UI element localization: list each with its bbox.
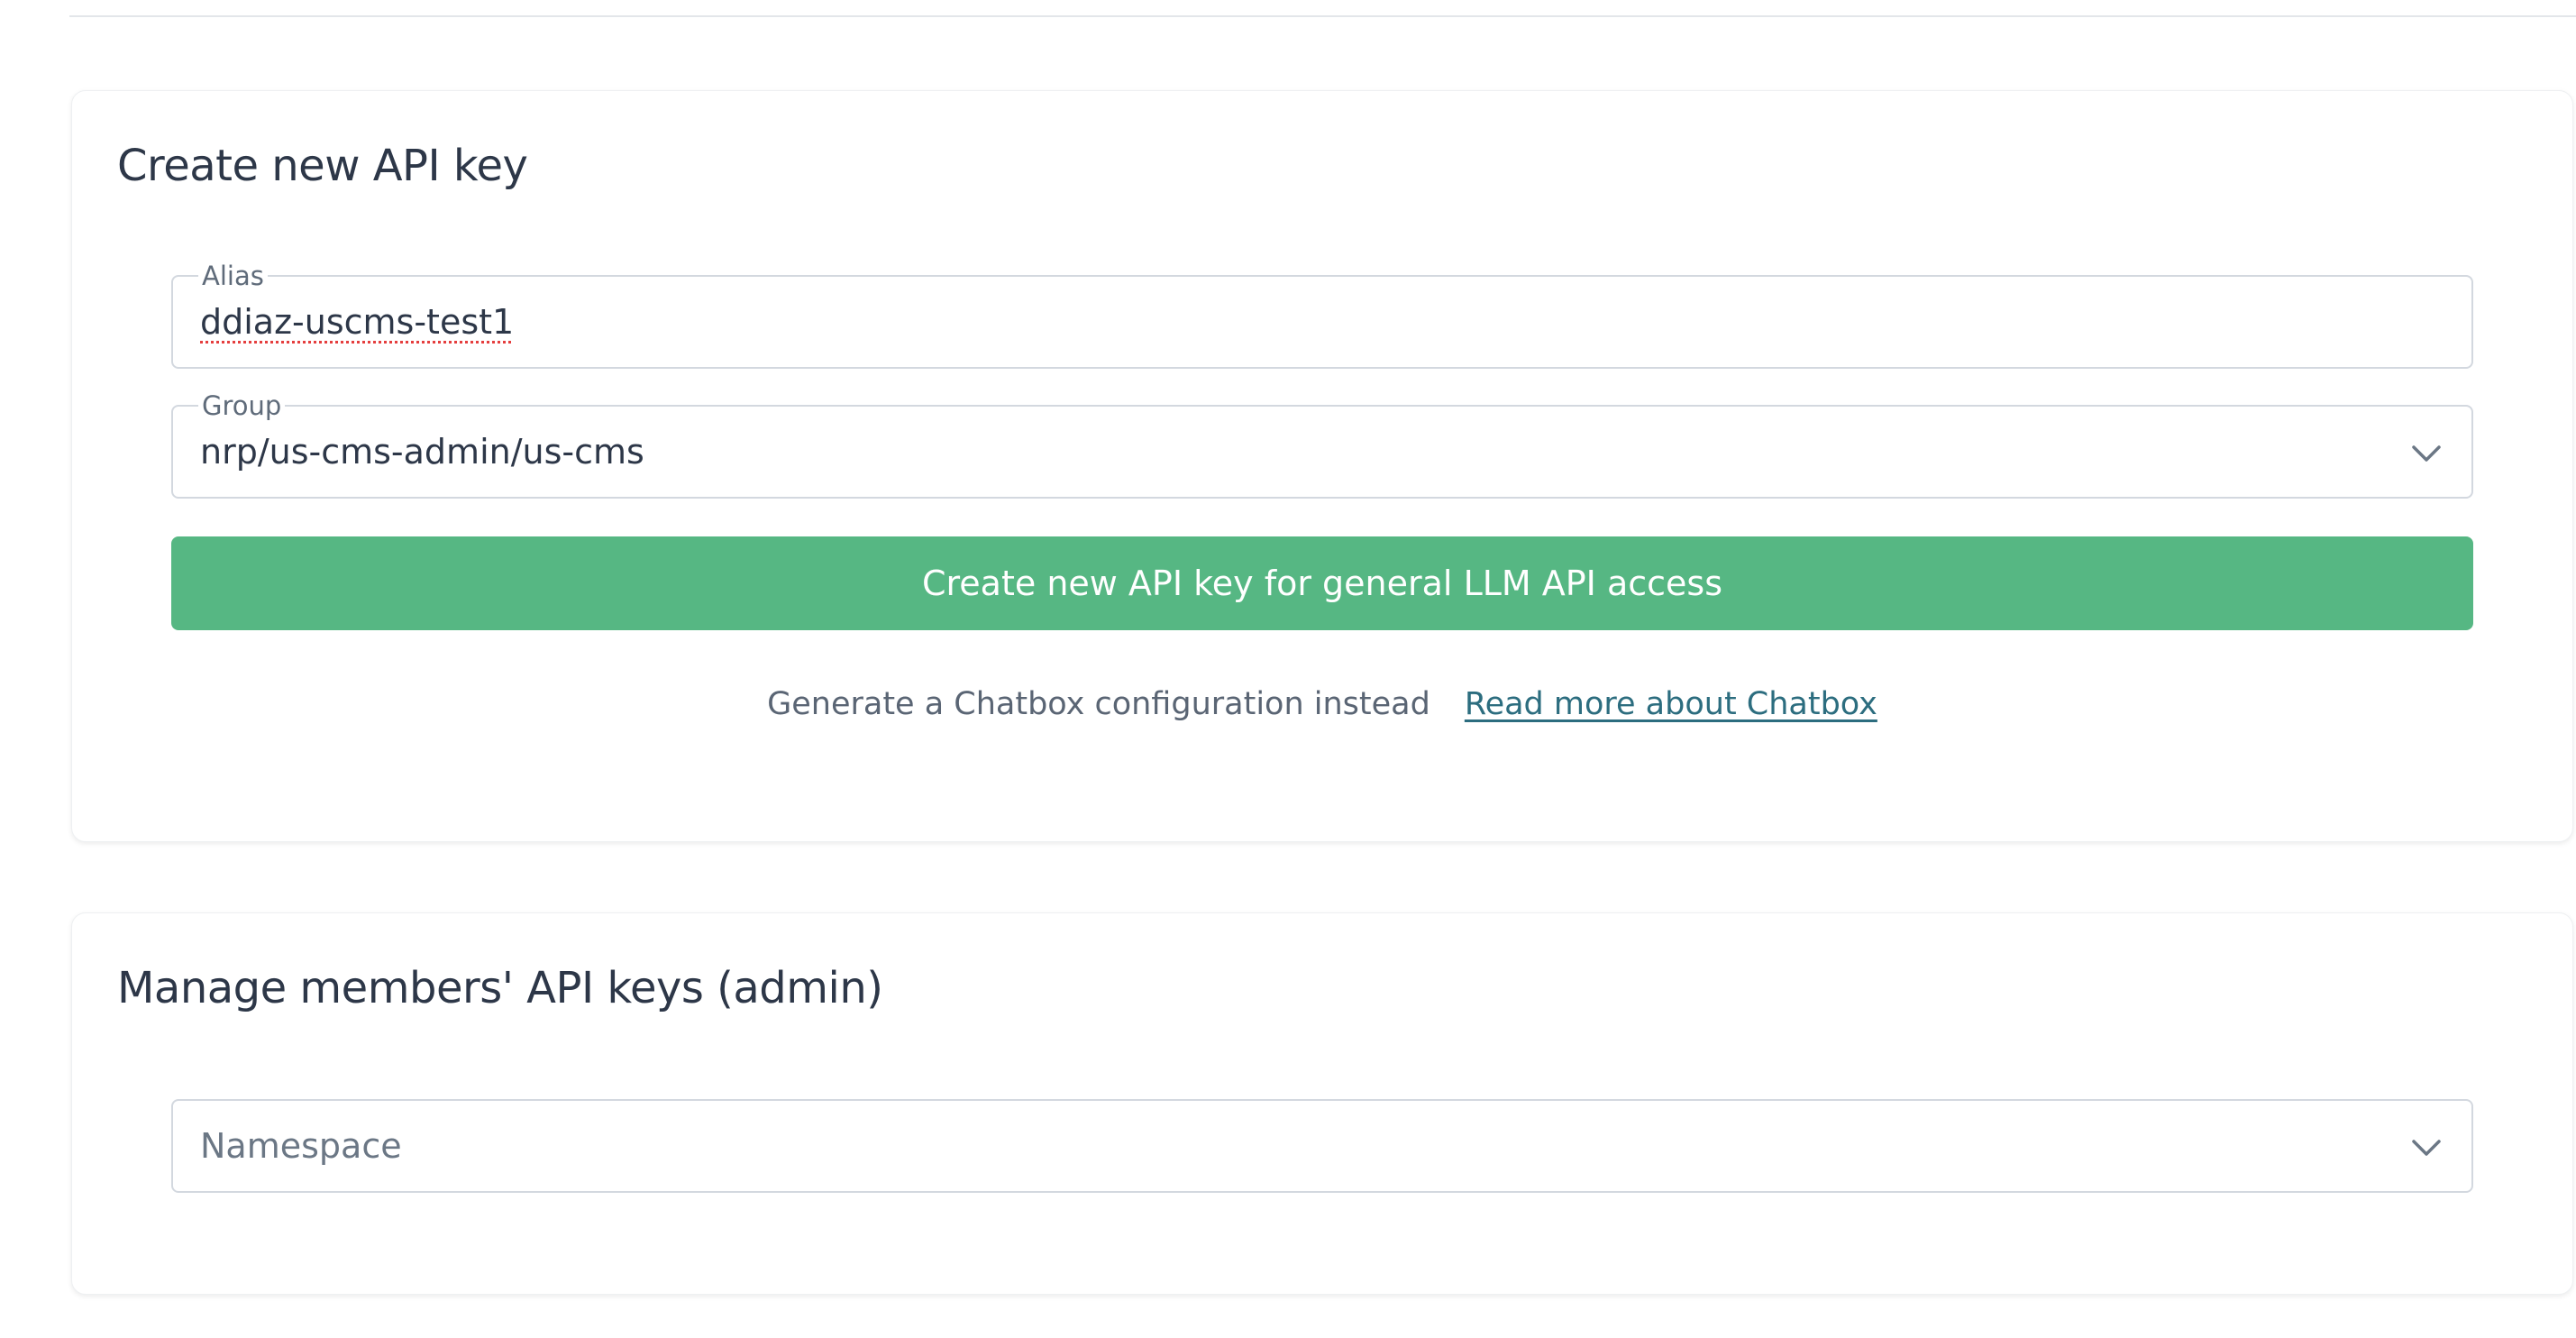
chatbox-links-row: Generate a Chatbox configuration instead… (72, 682, 2572, 727)
alias-value[interactable]: ddiaz-uscms-test1 (200, 277, 514, 367)
alias-field[interactable]: Alias ddiaz-uscms-test1 (171, 261, 2473, 369)
namespace-select[interactable]: Namespace (171, 1099, 2473, 1193)
manage-api-keys-card: Manage members' API keys (admin) Namespa… (71, 912, 2573, 1295)
chevron-down-icon[interactable] (2408, 1130, 2444, 1166)
read-more-chatbox-link[interactable]: Read more about Chatbox (1465, 686, 1877, 722)
generate-chatbox-config-link[interactable]: Generate a Chatbox configuration instead (767, 686, 1430, 722)
create-api-key-button[interactable]: Create new API key for general LLM API a… (171, 536, 2473, 630)
create-api-key-card: Create new API key Alias ddiaz-uscms-tes… (71, 90, 2573, 842)
chevron-down-icon[interactable] (2408, 435, 2444, 472)
group-select[interactable]: Group nrp/us-cms-admin/us-cms (171, 391, 2473, 499)
manage-api-keys-title: Manage members' API keys (admin) (117, 963, 883, 1013)
namespace-placeholder[interactable]: Namespace (200, 1101, 402, 1191)
create-api-key-title: Create new API key (117, 141, 528, 191)
group-value[interactable]: nrp/us-cms-admin/us-cms (200, 407, 644, 497)
top-divider (69, 15, 2576, 17)
